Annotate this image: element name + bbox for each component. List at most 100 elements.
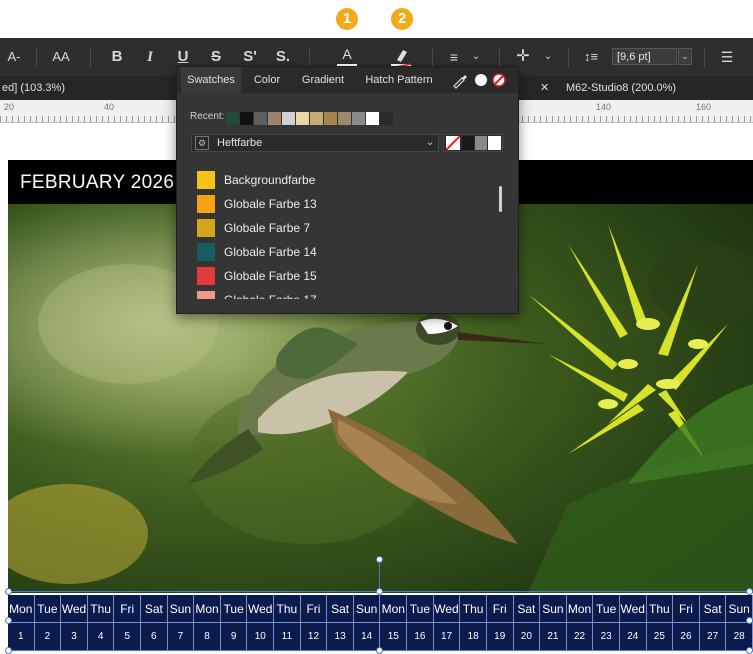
calendar-weekday: Sat (700, 595, 727, 623)
toolbar-separator (499, 47, 500, 67)
calendar-weekday: Fri (114, 595, 142, 623)
recent-swatch[interactable] (282, 112, 295, 125)
ruler-label: 140 (596, 102, 612, 112)
swatch-item[interactable]: Globale Farbe 13 (197, 195, 497, 213)
swatch-item[interactable]: Globale Farbe 7 (197, 219, 497, 237)
recent-swatch[interactable] (240, 112, 253, 125)
calendar-date: 17 (434, 623, 461, 650)
recent-label: Recent: (190, 111, 225, 122)
recent-swatch[interactable] (296, 112, 309, 125)
swatch-preview (475, 136, 487, 150)
calendar-date: 27 (700, 623, 727, 650)
calendar-date: 12 (301, 623, 328, 650)
swatch-item[interactable]: Globale Farbe 17 (197, 291, 497, 299)
palette-name: Heftfarbe (217, 137, 263, 149)
tab-color[interactable]: Color (245, 67, 289, 93)
calendar-date: 23 (593, 623, 620, 650)
no-fill-icon[interactable] (492, 73, 506, 87)
swatch-item[interactable]: Globale Farbe 15 (197, 267, 497, 285)
callout-badge-1: 1 (336, 8, 358, 30)
selection-handle[interactable] (5, 617, 12, 624)
panel-tab-bar: Swatches Color Gradient Hatch Pattern (177, 67, 518, 93)
calendar-date: 18 (460, 623, 487, 650)
recent-swatch[interactable] (310, 112, 323, 125)
selection-handle[interactable] (5, 588, 12, 595)
recent-swatch[interactable] (338, 112, 351, 125)
font-size-decrease-button[interactable]: A- (2, 38, 26, 76)
recent-swatch[interactable] (380, 112, 393, 125)
fill-circle-icon[interactable] (475, 74, 487, 86)
recent-swatch[interactable] (324, 112, 337, 125)
tab-swatches[interactable]: Swatches (181, 67, 241, 93)
tab-gradient[interactable]: Gradient (293, 67, 353, 93)
calendar-weekday: Wed (620, 595, 647, 623)
calendar-weekday: Tue (593, 595, 620, 623)
selection-handle[interactable] (746, 647, 753, 654)
swatch-color (197, 267, 215, 285)
swatch-preview (462, 136, 474, 150)
italic-button[interactable]: I (140, 38, 160, 76)
calendar-date: 20 (514, 623, 541, 650)
swatch-name: Globale Farbe 17 (224, 291, 317, 299)
toolbar-separator (568, 47, 569, 67)
calendar-date: 22 (567, 623, 594, 650)
chevron-down-icon[interactable]: ⌄ (542, 38, 554, 76)
ruler-label: 40 (104, 102, 115, 112)
calendar-weekday: Tue (221, 595, 248, 623)
gear-icon[interactable]: ⚙ (195, 136, 209, 150)
close-icon[interactable]: ✕ (540, 76, 549, 100)
chevron-down-icon[interactable]: ⌄ (678, 48, 692, 65)
swatch-item[interactable]: Globale Farbe 14 (197, 243, 497, 261)
swatch-item[interactable]: Backgroundfarbe (197, 171, 497, 189)
calendar-weekday: Sat (327, 595, 354, 623)
rotation-handle-stem (379, 560, 380, 591)
bold-button[interactable]: B (106, 38, 128, 76)
line-spacing-icon[interactable]: ↕≡ (580, 38, 602, 76)
calendar-weekday: Sat (514, 595, 541, 623)
calendar-strip[interactable]: Mon 1 Tue 2 Wed 3 Thu 4 Fri 5 Sat 6 Sun 7 Mon 8 Tue 9 Wed 1… (8, 595, 753, 650)
calendar-date: 25 (647, 623, 674, 650)
calendar-date: 3 (61, 623, 88, 650)
tab-document-1[interactable]: ed] (103.3%) (2, 76, 65, 100)
swatch-preview (488, 136, 501, 150)
calendar-date: 16 (407, 623, 434, 650)
calendar-weekday: Thu (88, 595, 115, 623)
calendar-weekday: Sat (141, 595, 168, 623)
tab-hatch-pattern[interactable]: Hatch Pattern (359, 67, 439, 93)
case-button[interactable]: AA (46, 38, 76, 76)
selection-handle[interactable] (5, 647, 12, 654)
eyedropper-icon[interactable] (451, 71, 469, 89)
calendar-date: 1 (8, 623, 35, 650)
selection-handle[interactable] (746, 588, 753, 595)
palette-selector[interactable]: ⚙ Heftfarbe ⌄ (191, 134, 439, 152)
swatch-name: Backgroundfarbe (224, 173, 316, 187)
recent-swatch[interactable] (226, 112, 239, 125)
calendar-weekday: Thu (274, 595, 301, 623)
selection-handle[interactable] (376, 588, 383, 595)
recent-swatch[interactable] (268, 112, 281, 125)
swatch-name: Globale Farbe 7 (224, 221, 311, 235)
swatch-color (197, 171, 215, 189)
leading-field[interactable]: [9,6 pt] (612, 48, 677, 65)
recent-swatch[interactable] (352, 112, 365, 125)
list-icon[interactable]: ☰ (716, 38, 738, 76)
swatch-name: Globale Farbe 13 (224, 197, 317, 211)
swatch-color (197, 219, 215, 237)
rotation-handle[interactable] (376, 556, 383, 563)
swatch-list-scrollbar[interactable] (499, 186, 502, 212)
recent-swatch[interactable] (366, 112, 379, 125)
top-strip (0, 0, 753, 38)
calendar-date: 13 (327, 623, 354, 650)
swatch-name: Globale Farbe 15 (224, 269, 317, 283)
selection-handle[interactable] (376, 647, 383, 654)
calendar-weekday: Sun (540, 595, 567, 623)
recent-swatch[interactable] (254, 112, 267, 125)
calendar-weekday: Fri (673, 595, 700, 623)
toolbar-separator (432, 47, 433, 67)
swatch-color (197, 195, 215, 213)
swatch-color (197, 243, 215, 261)
tab-document-2[interactable]: M62-Studio8 (200.0%) (566, 76, 676, 100)
calendar-date: 21 (540, 623, 567, 650)
calendar-date: 6 (141, 623, 168, 650)
selection-handle[interactable] (746, 617, 753, 624)
